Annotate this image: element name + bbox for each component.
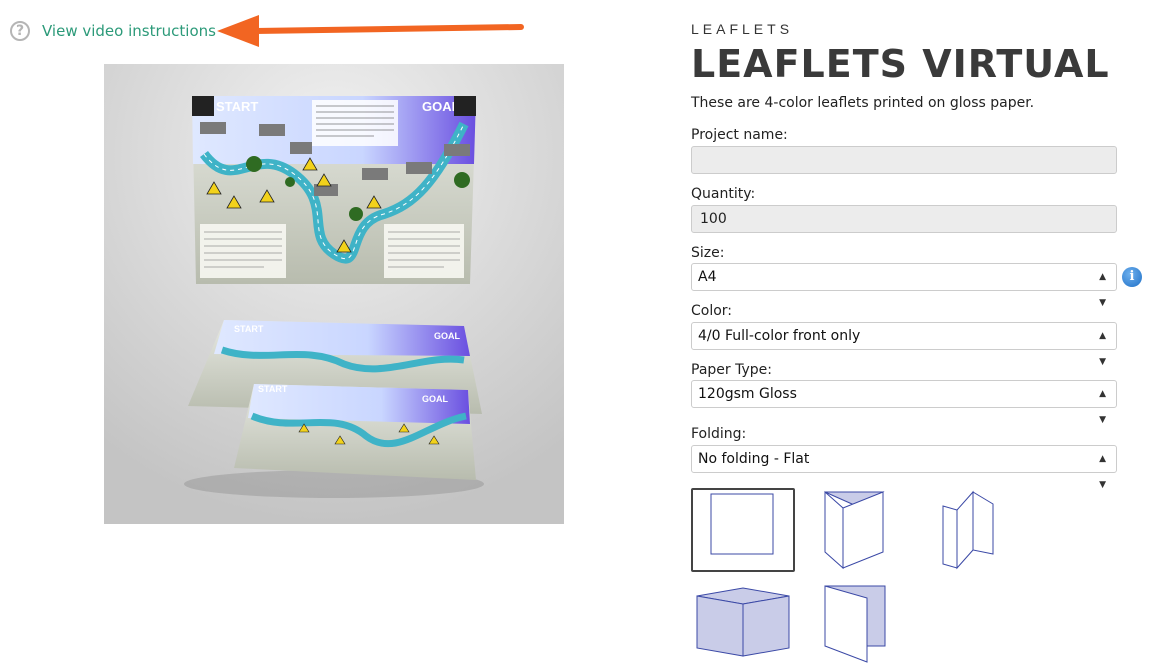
folding-select[interactable]: No folding - Flat ▲ ▼ (691, 445, 1117, 490)
select-caret-icon: ▲ ▼ (1099, 272, 1106, 308)
fold-option-z-fold[interactable] (929, 488, 1033, 572)
quantity-field[interactable]: 100 (691, 205, 1117, 233)
fold-option-half-fold[interactable] (813, 488, 917, 572)
select-caret-icon: ▲ ▼ (1099, 331, 1106, 367)
single-fold-icon (824, 585, 886, 663)
flat-fold-icon (710, 493, 774, 555)
color-label: Color: (691, 303, 733, 319)
view-video-instructions-label: View video instructions (42, 22, 216, 40)
folding-label: Folding: (691, 426, 747, 442)
orange-arrow-annotation (217, 15, 524, 47)
svg-text:START: START (234, 324, 264, 334)
leaflet-front: START GOAL (234, 384, 476, 480)
question-circle-icon: ? (10, 21, 30, 41)
paper-type-select[interactable]: 120gsm Gloss ▲ ▼ (691, 380, 1117, 425)
leaflet-goal-text: GOAL (422, 99, 460, 114)
info-icon[interactable]: i (1122, 267, 1142, 287)
leaflet-main: START GOAL (192, 96, 476, 284)
color-select[interactable]: 4/0 Full-color front only ▲ ▼ (691, 322, 1117, 367)
fold-option-flat[interactable] (691, 488, 795, 572)
size-label: Size: (691, 245, 725, 261)
project-name-label: Project name: (691, 127, 788, 143)
page-title: LEAFLETS VIRTUAL (691, 42, 1110, 86)
size-select-value: A4 (698, 269, 717, 285)
svg-text:GOAL: GOAL (434, 331, 461, 341)
product-image: START GOAL START GOAL START GOAL (104, 64, 564, 524)
color-select-value: 4/0 Full-color front only (698, 328, 861, 344)
view-video-instructions-link[interactable]: ? View video instructions (10, 21, 216, 41)
select-caret-icon: ▲ ▼ (1099, 454, 1106, 490)
folding-select-value: No folding - Flat (698, 451, 810, 467)
product-category: LEAFLETS (691, 21, 794, 37)
project-name-field[interactable] (691, 146, 1117, 174)
gate-fold-icon (696, 587, 790, 657)
select-caret-icon: ▲ ▼ (1099, 389, 1106, 425)
quantity-label: Quantity: (691, 186, 756, 202)
svg-text:GOAL: GOAL (422, 394, 449, 404)
paper-type-label: Paper Type: (691, 362, 772, 378)
half-fold-icon (824, 490, 885, 570)
fold-option-single-fold[interactable] (813, 582, 917, 666)
product-description: These are 4-color leaflets printed on gl… (691, 95, 1035, 111)
z-fold-icon (942, 490, 994, 570)
size-select[interactable]: A4 ▲ ▼ (691, 263, 1117, 308)
fold-option-gate-fold[interactable] (691, 586, 795, 670)
svg-text:START: START (258, 384, 288, 394)
paper-type-select-value: 120gsm Gloss (698, 386, 797, 402)
leaflet-start-text: START (216, 99, 258, 114)
